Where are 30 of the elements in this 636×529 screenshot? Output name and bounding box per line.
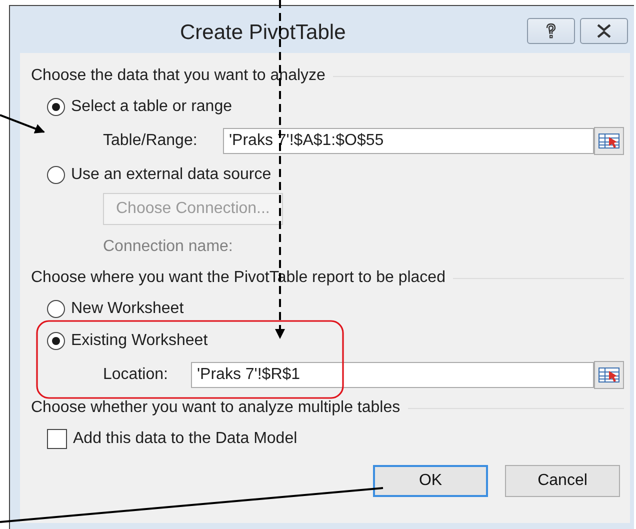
radio-button[interactable]: [47, 300, 65, 318]
range-picker-button[interactable]: [594, 361, 624, 389]
radio-label: Select a table or range: [71, 98, 232, 116]
ok-button[interactable]: OK: [373, 465, 488, 497]
radio-button[interactable]: [47, 166, 65, 184]
section-heading: Choose whether you want to analyze multiple tables: [31, 399, 400, 417]
section-heading: Choose the data that you want to analyze: [31, 67, 326, 85]
radio-button[interactable]: [47, 98, 65, 116]
checkbox[interactable]: [47, 429, 67, 449]
section-heading: Choose where you want the PivotTable report to be placed: [31, 269, 446, 287]
help-icon: [544, 22, 558, 38]
checkbox-label: Add this data to the Data Model: [73, 430, 298, 448]
cancel-button[interactable]: Cancel: [505, 465, 620, 497]
radio-label: Use an external data source: [71, 166, 272, 184]
range-field[interactable]: 'Praks 7'!$R$1: [191, 362, 594, 388]
pointer-arrow: [0, 114, 45, 134]
field-label: Location:: [103, 366, 169, 384]
radio-button[interactable]: [47, 332, 65, 350]
range-picker-icon: [598, 367, 620, 383]
range-picker-button[interactable]: [594, 127, 624, 155]
range-picker-icon: [598, 133, 620, 149]
radio-label: New Worksheet: [71, 300, 184, 318]
range-field[interactable]: 'Praks 7'!$A$1:$O$55: [223, 128, 594, 154]
radio-label: Existing Worksheet: [71, 332, 208, 350]
connection-name-label: Connection name:: [103, 238, 233, 256]
window-title: Create PivotTable: [180, 21, 346, 45]
close-button[interactable]: [580, 18, 628, 44]
help-button[interactable]: [527, 18, 575, 44]
field-label: Table/Range:: [103, 132, 198, 150]
close-icon: [596, 24, 612, 38]
